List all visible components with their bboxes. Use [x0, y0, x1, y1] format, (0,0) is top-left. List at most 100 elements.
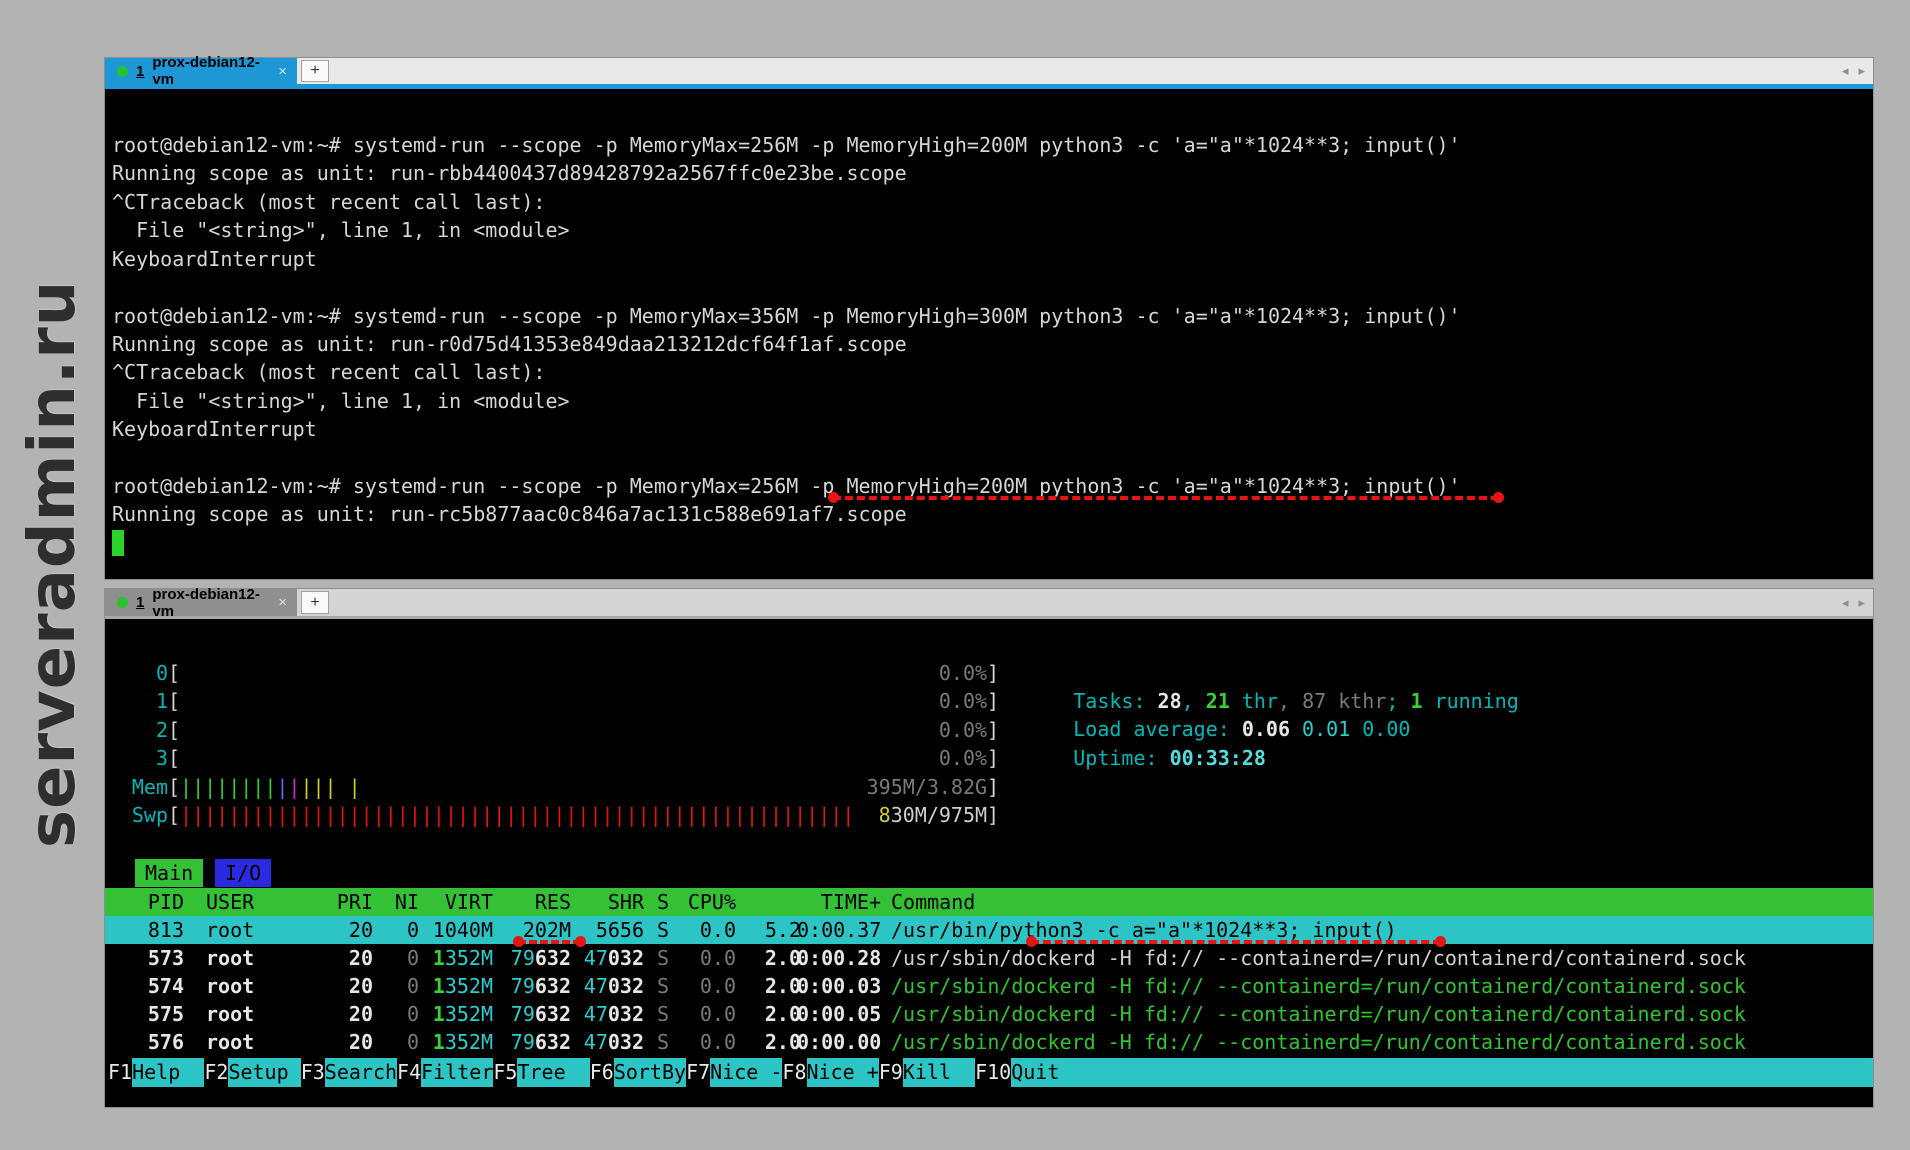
- process-row-573[interactable]: 573 root 20 0 1352M 79632 47032 S 0.0 2.…: [105, 944, 1873, 972]
- cpu-meter-0: 0[0.0%]: [105, 659, 999, 687]
- fkey-f8[interactable]: F8: [782, 1058, 806, 1087]
- fkey-f9[interactable]: F9: [879, 1058, 903, 1087]
- meter-bracket: ]: [987, 659, 999, 687]
- meter-bracket: ]: [987, 773, 999, 801]
- terminal-window-htop: 1 prox-debian12-vm × + ◂ ▸ 0[0.0%] 1[0.0…: [104, 588, 1874, 1108]
- col-res[interactable]: RES: [504, 888, 571, 916]
- mem-bar-yellow: ||| |: [300, 775, 360, 799]
- annotation-underline-res: [518, 940, 581, 944]
- cpu-meter-1: 1[0.0%]: [105, 687, 999, 715]
- fkey-f5[interactable]: F5: [493, 1058, 517, 1087]
- terminal-line: File "<string>", line 1, in <module>: [112, 387, 570, 415]
- fkey-f9-label[interactable]: Kill: [903, 1058, 975, 1087]
- tab-status-dot-icon: [117, 597, 128, 608]
- terminal-line: File "<string>", line 1, in <module>: [112, 216, 570, 244]
- process-row-574[interactable]: 574 root 20 0 1352M 79632 47032 S 0.0 2.…: [105, 972, 1873, 1000]
- col-user[interactable]: USER: [206, 888, 254, 916]
- swap-meter-value: 30M/975M: [891, 803, 987, 827]
- fkey-f1-label[interactable]: Help: [132, 1058, 204, 1087]
- tasks-summary: Tasks: 28, 21 thr, 87 kthr; 1 running: [1001, 659, 1519, 687]
- process-row-813[interactable]: 813 root 20 0 1040M 202M 5656 S 0.0 5.2 …: [105, 916, 1873, 944]
- meter-bracket: [: [168, 687, 180, 715]
- fkey-f3-label[interactable]: Search: [325, 1058, 397, 1087]
- memory-meter-label: Mem: [105, 773, 168, 801]
- fkey-bar-filler: [1083, 1058, 1873, 1087]
- mem-bar-green: ||||||||: [180, 775, 276, 799]
- cpu-meter-value: 0.0%: [939, 659, 987, 687]
- terminal-line: Running scope as unit: run-r0d75d41353e8…: [112, 330, 907, 358]
- cpu-meter-label: 3: [105, 744, 168, 772]
- fkey-f10-label[interactable]: Quit: [1011, 1058, 1083, 1087]
- fkey-f2-label[interactable]: Setup: [228, 1058, 300, 1087]
- meter-bracket: [: [168, 801, 180, 829]
- fkey-f6-label[interactable]: SortBy: [614, 1058, 686, 1087]
- fkey-f2[interactable]: F2: [204, 1058, 228, 1087]
- mem-bar-blue: |: [276, 775, 288, 799]
- tab-scroll-left-icon[interactable]: ◂: [1842, 63, 1849, 79]
- fkey-f7[interactable]: F7: [686, 1058, 710, 1087]
- annotation-underline-python-cmd: [1031, 940, 1441, 944]
- col-cpu[interactable]: CPU%: [679, 888, 736, 916]
- meter-bracket: ]: [987, 801, 999, 829]
- process-table-header: PID USER PRI NI VIRT RES SHR S CPU% MEM%…: [105, 888, 1873, 916]
- tab-scroll-arrows: ◂ ▸: [1842, 589, 1865, 616]
- col-s[interactable]: S: [657, 888, 669, 916]
- memory-meter-value: 395M/3.82G: [867, 773, 987, 801]
- annotation-underline-command: [833, 496, 1499, 500]
- fkey-f1[interactable]: F1: [108, 1058, 132, 1087]
- process-row-576[interactable]: 576 root 20 0 1352M 79632 47032 S 0.0 2.…: [105, 1028, 1873, 1056]
- new-tab-button[interactable]: +: [301, 591, 329, 614]
- tab-status-dot-icon: [117, 66, 128, 77]
- col-pri[interactable]: PRI: [319, 888, 373, 916]
- tab-title: prox-debian12-vm: [152, 586, 270, 620]
- tab-title: prox-debian12-vm: [152, 54, 270, 88]
- tab-prox-debian12-vm[interactable]: 1 prox-debian12-vm ×: [105, 58, 297, 84]
- terminal-output-area[interactable]: root@debian12-vm:~# systemd-run --scope …: [105, 94, 1873, 579]
- terminal-line: KeyboardInterrupt: [112, 245, 317, 273]
- uptime: Uptime: 00:33:28: [1001, 716, 1266, 744]
- fkey-f10[interactable]: F10: [975, 1058, 1011, 1087]
- terminal-line: ^CTraceback (most recent call last):: [112, 358, 545, 386]
- cpu-meter-value: 0.0%: [939, 687, 987, 715]
- cpu-meter-2: 2[0.0%]: [105, 716, 999, 744]
- col-shr[interactable]: SHR: [577, 888, 644, 916]
- tab-bar: 1 prox-debian12-vm × + ◂ ▸: [105, 589, 1873, 619]
- meter-bracket: [: [168, 659, 180, 687]
- fkey-f7-label[interactable]: Nice -: [710, 1058, 782, 1087]
- tab-number: 1: [136, 63, 144, 80]
- fkey-f4-label[interactable]: Filter: [421, 1058, 493, 1087]
- fkey-f4[interactable]: F4: [397, 1058, 421, 1087]
- fkey-f3[interactable]: F3: [301, 1058, 325, 1087]
- cpu-meter-label: 1: [105, 687, 168, 715]
- tab-number: 1: [136, 594, 144, 611]
- htop-screen[interactable]: 0[0.0%] 1[0.0%] 2[0.0%] 3[0.0%] Mem[||||…: [105, 622, 1873, 1107]
- watermark-text: serveradmin.ru: [16, 280, 90, 848]
- tab-bar: 1 prox-debian12-vm × + ◂ ▸: [105, 58, 1873, 89]
- close-icon[interactable]: ×: [278, 63, 287, 80]
- tab-scroll-arrows: ◂ ▸: [1842, 58, 1865, 84]
- col-time[interactable]: TIME+: [797, 888, 881, 916]
- col-command[interactable]: Command: [891, 888, 975, 916]
- meter-bracket: ]: [987, 744, 999, 772]
- tab-scroll-right-icon[interactable]: ▸: [1858, 595, 1865, 611]
- new-tab-button[interactable]: +: [301, 60, 329, 82]
- fkey-f6[interactable]: F6: [590, 1058, 614, 1087]
- htop-tab-main[interactable]: Main: [135, 859, 203, 887]
- tab-scroll-right-icon[interactable]: ▸: [1858, 63, 1865, 79]
- tab-scroll-left-icon[interactable]: ◂: [1842, 595, 1849, 611]
- tab-prox-debian12-vm[interactable]: 1 prox-debian12-vm ×: [105, 589, 297, 616]
- col-pid[interactable]: PID: [108, 888, 184, 916]
- meter-bracket: ]: [987, 687, 999, 715]
- close-icon[interactable]: ×: [278, 594, 287, 611]
- memory-meter: Mem[||||||||||||| |395M/3.82G]: [105, 773, 999, 801]
- cpu-meter-label: 2: [105, 716, 168, 744]
- htop-tab-io[interactable]: I/O: [215, 859, 271, 887]
- fkey-f8-label[interactable]: Nice +: [807, 1058, 879, 1087]
- col-ni[interactable]: NI: [377, 888, 419, 916]
- process-row-575[interactable]: 575 root 20 0 1352M 79632 47032 S 0.0 2.…: [105, 1000, 1873, 1028]
- col-virt[interactable]: VIRT: [426, 888, 493, 916]
- meter-bracket: [: [168, 716, 180, 744]
- terminal-line: Running scope as unit: run-rbb4400437d89…: [112, 159, 907, 187]
- fkey-f5-label[interactable]: Tree: [517, 1058, 589, 1087]
- meter-bracket: [: [168, 744, 180, 772]
